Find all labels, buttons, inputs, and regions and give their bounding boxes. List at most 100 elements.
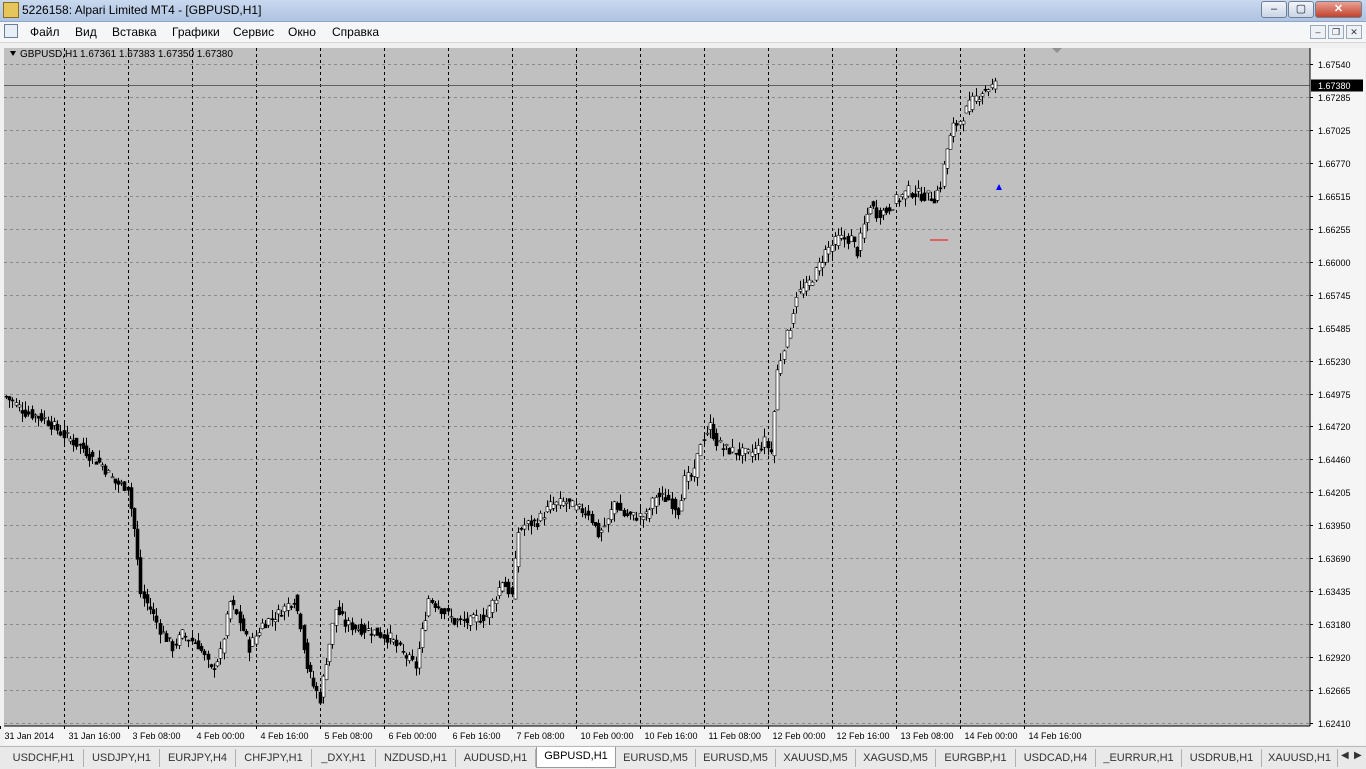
candle-body xyxy=(823,249,828,263)
candle-body xyxy=(110,476,115,479)
candle-body xyxy=(276,609,281,615)
menu-insert[interactable]: Вставка xyxy=(112,24,157,40)
tab-usdrub-h1[interactable]: USDRUB,H1 xyxy=(1182,749,1262,767)
close-button[interactable]: ✕ xyxy=(1315,1,1362,18)
candle-body xyxy=(577,503,582,507)
candle-body xyxy=(756,445,761,454)
candle-body xyxy=(346,620,351,626)
candle-body xyxy=(730,446,735,453)
candle-body xyxy=(474,615,479,623)
candle-body xyxy=(375,627,380,636)
candle-body xyxy=(113,478,118,484)
candle-body xyxy=(983,88,988,91)
tab-audusd-h1[interactable]: AUDUSD,H1 xyxy=(456,749,536,767)
tab-scroll-right-icon[interactable]: ▶ xyxy=(1354,750,1362,761)
candle-body xyxy=(551,504,556,509)
chart-window-icon[interactable] xyxy=(4,24,18,38)
menu-file[interactable]: Файл xyxy=(30,24,60,40)
menu-view[interactable]: Вид xyxy=(75,24,97,40)
menu-tools[interactable]: Сервис xyxy=(233,24,274,40)
tab-chfjpy-h1[interactable]: CHFJPY,H1 xyxy=(236,749,312,767)
candle-body xyxy=(794,297,799,307)
candle-body xyxy=(266,618,271,626)
candle-body xyxy=(119,481,124,484)
candle-body xyxy=(135,528,140,560)
candle-body xyxy=(772,411,777,457)
price-tick-label: 1.65230 xyxy=(1318,357,1351,367)
tab-dxy-h1[interactable]: _DXY,H1 xyxy=(312,749,376,767)
candle-body xyxy=(138,557,143,595)
tab-eurusd-m5[interactable]: EURUSD,M5 xyxy=(616,749,696,767)
candle-body xyxy=(132,508,137,530)
candle-body xyxy=(362,624,367,633)
candle-body xyxy=(350,622,355,631)
candle-body xyxy=(593,522,598,526)
candle-body xyxy=(23,409,28,417)
candle-body xyxy=(218,648,223,659)
candle-body xyxy=(679,500,684,512)
chart-window[interactable]: 1.67540 1.67285 1.67025 1.66770 1.66515 1.662… xyxy=(0,43,1366,745)
candle-body xyxy=(820,262,825,269)
candle-body xyxy=(599,529,604,533)
tab-eurrur-h1[interactable]: _EURRUR,H1 xyxy=(1096,749,1182,767)
candle-body xyxy=(164,633,169,642)
minimize-button[interactable]: ‒ xyxy=(1261,1,1287,18)
tab-eurgbp-h1[interactable]: EURGBP,H1 xyxy=(936,749,1016,767)
menu-window[interactable]: Окно xyxy=(288,24,316,40)
mdi-restore-button[interactable]: ❐ xyxy=(1328,25,1344,39)
tab-nzdusd-h1[interactable]: NZDUSD,H1 xyxy=(376,749,456,767)
tab-scroll-left-icon[interactable]: ◀ xyxy=(1341,750,1349,761)
candle-body xyxy=(788,330,793,339)
candle-body xyxy=(641,516,646,520)
tab-xauusd-h1[interactable]: XAUUSD,H1 xyxy=(1262,749,1338,767)
candle-body xyxy=(878,210,883,218)
candle-body xyxy=(900,194,905,197)
tab-usdjpy-h1[interactable]: USDJPY,H1 xyxy=(84,749,160,767)
maximize-button[interactable]: ▢ xyxy=(1288,1,1314,18)
time-tick-label: 14 Feb 16:00 xyxy=(1029,731,1082,741)
candle-body xyxy=(990,83,995,89)
candle-body xyxy=(634,517,639,521)
candle-body xyxy=(657,492,662,498)
candle-body xyxy=(180,629,185,639)
candle-body xyxy=(759,448,764,451)
candle-body xyxy=(471,614,476,619)
tab-gbpusd-h1[interactable]: GBPUSD,H1 xyxy=(536,747,616,768)
candle-body xyxy=(682,475,687,499)
candle-body xyxy=(234,609,239,615)
candle-body xyxy=(202,650,207,656)
candle-body xyxy=(894,194,899,204)
candle-body xyxy=(305,642,310,669)
tab-xagusd-m5[interactable]: XAGUSD,M5 xyxy=(856,749,936,767)
tab-eurjpy-h4[interactable]: EURJPY,H4 xyxy=(160,749,236,767)
candle-body xyxy=(977,99,982,102)
candle-body xyxy=(247,639,252,653)
menu-charts[interactable]: Графики xyxy=(172,24,220,40)
candle-body xyxy=(958,121,963,126)
tab-eurusd-m5-2[interactable]: EURUSD,M5 xyxy=(696,749,776,767)
candle-body xyxy=(778,360,783,374)
candle-body xyxy=(311,677,316,687)
candle-body xyxy=(666,494,671,501)
mdi-minimize-button[interactable]: – xyxy=(1310,25,1326,39)
menu-help[interactable]: Справка xyxy=(332,24,379,40)
price-tick-label: 1.67540 xyxy=(1318,60,1351,70)
price-tick-label: 1.64460 xyxy=(1318,455,1351,465)
candle-body xyxy=(7,396,12,401)
price-chart[interactable]: 1.67540 1.67285 1.67025 1.66770 1.66515 1.662… xyxy=(0,43,1366,745)
candle-body xyxy=(804,282,809,292)
candle-body xyxy=(663,497,668,502)
tab-usdchf-h1[interactable]: USDCHF,H1 xyxy=(4,749,84,767)
candle-body xyxy=(321,675,326,698)
candle-body xyxy=(71,440,76,446)
tab-xauusd-m5[interactable]: XAUUSD,M5 xyxy=(776,749,856,767)
window-title: 5226158: Alpari Limited MT4 - [GBPUSD,H1… xyxy=(22,3,262,17)
candle-body xyxy=(407,654,412,661)
tab-usdcad-h4[interactable]: USDCAD,H4 xyxy=(1016,749,1096,767)
candle-body xyxy=(270,618,275,620)
candle-body xyxy=(129,487,134,509)
candle-body xyxy=(647,509,652,519)
candle-body xyxy=(359,623,364,635)
candle-body xyxy=(391,639,396,643)
mdi-close-button[interactable]: ✕ xyxy=(1346,25,1362,39)
